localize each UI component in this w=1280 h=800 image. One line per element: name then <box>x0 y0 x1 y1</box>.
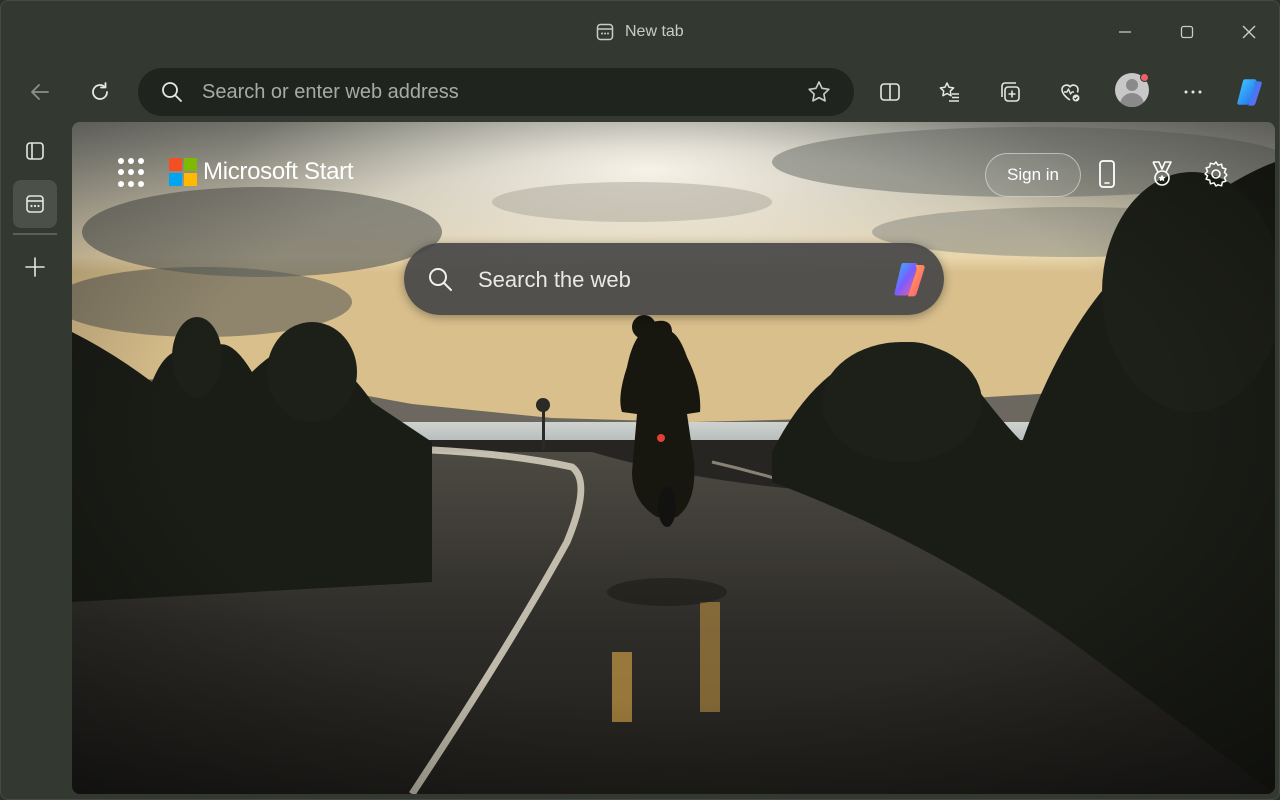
browser-essentials-icon <box>1061 84 1080 102</box>
close-icon <box>1242 25 1256 39</box>
browser-window: New tab Search or enter web address Micr… <box>0 0 1280 800</box>
address-bar[interactable] <box>138 68 854 116</box>
new-tab-page-icon <box>596 23 614 41</box>
browser-essentials-button[interactable] <box>1050 72 1090 112</box>
favorites-button[interactable] <box>930 72 970 112</box>
copilot-icon <box>1237 79 1262 106</box>
refresh-button[interactable] <box>80 72 120 112</box>
collections-icon <box>1001 82 1020 102</box>
tab-actions-icon <box>26 142 44 160</box>
search-icon <box>162 82 182 102</box>
tab-title: New tab <box>625 23 684 40</box>
split-screen-icon <box>880 83 900 101</box>
add-favorite-star-icon[interactable] <box>806 79 832 105</box>
web-search-placeholder[interactable]: Search the web <box>478 267 631 293</box>
sign-in-button[interactable]: Sign in <box>985 153 1081 197</box>
more-dots-icon <box>1184 90 1202 94</box>
phone-button[interactable] <box>1090 154 1124 194</box>
phone-icon <box>1099 160 1115 188</box>
more-button[interactable] <box>1173 72 1213 112</box>
minimize-icon <box>1119 31 1131 33</box>
avatar-body <box>1120 93 1144 107</box>
settings-gear-icon <box>1204 161 1228 187</box>
favorites-icon <box>939 82 959 102</box>
title-bar: New tab <box>1 1 1279 61</box>
copilot-button[interactable] <box>1230 72 1270 112</box>
avatar-head <box>1126 79 1138 91</box>
new-tab-page-icon <box>26 195 44 213</box>
vertical-sidebar <box>1 123 69 799</box>
minimize-button[interactable] <box>1109 17 1141 47</box>
apps-grid-icon[interactable] <box>118 158 144 188</box>
active-tab[interactable]: New tab <box>595 19 684 45</box>
close-button[interactable] <box>1233 17 1265 47</box>
new-tab-page: Microsoft Start Sign in Search the web <box>72 122 1275 794</box>
rewards-medal-icon <box>1152 161 1172 186</box>
copilot-icon[interactable] <box>888 257 932 301</box>
split-screen-button[interactable] <box>870 72 910 112</box>
toolbar <box>1 63 1279 121</box>
brand-title[interactable]: Microsoft Start <box>203 158 354 186</box>
notification-dot <box>1140 73 1149 82</box>
collections-button[interactable] <box>990 72 1030 112</box>
sidebar-divider <box>13 233 57 235</box>
back-button[interactable] <box>20 72 60 112</box>
tab-actions-button[interactable] <box>13 127 57 175</box>
sidebar-item-new-tab[interactable] <box>13 180 57 228</box>
add-icon <box>25 257 45 277</box>
web-search-box[interactable]: Search the web <box>404 243 944 315</box>
back-arrow-icon <box>31 84 49 100</box>
new-tab-button[interactable] <box>13 243 57 291</box>
rewards-button[interactable] <box>1145 154 1179 194</box>
microsoft-logo-icon <box>169 158 197 186</box>
search-icon <box>429 268 452 291</box>
microsoft-start-header: Microsoft Start Sign in <box>72 122 1275 232</box>
refresh-icon <box>92 82 108 100</box>
page-settings-button[interactable] <box>1199 154 1233 194</box>
maximize-button[interactable] <box>1171 17 1203 47</box>
address-input[interactable] <box>202 76 782 108</box>
maximize-icon <box>1180 25 1194 39</box>
